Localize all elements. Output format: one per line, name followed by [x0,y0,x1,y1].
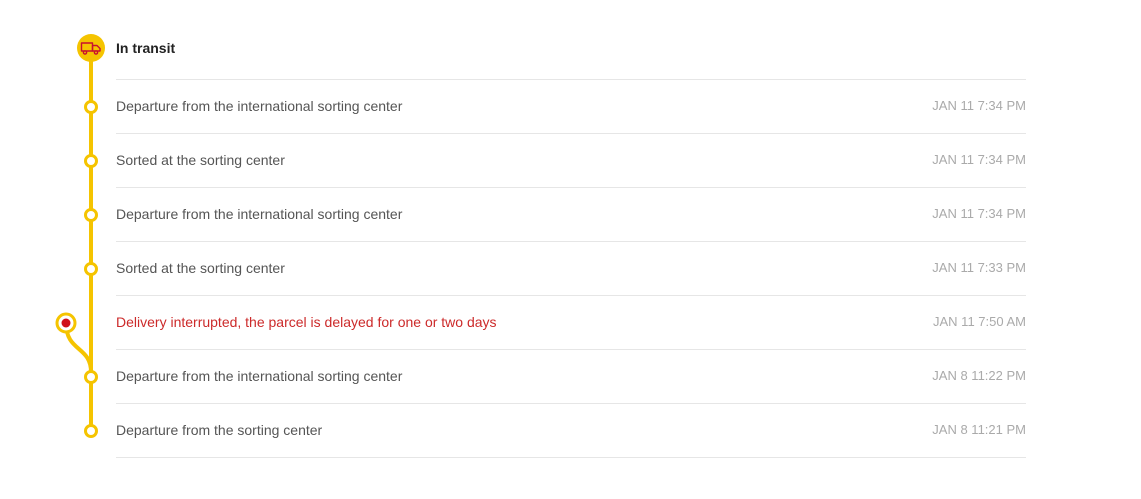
event-row: Departure from the international sorting… [116,349,1026,403]
alert-node [55,312,77,334]
event-row: Sorted at the sorting center JAN 11 7:33… [116,241,1026,295]
event-row: Sorted at the sorting center JAN 11 7:34… [116,133,1026,187]
timeline-node [84,100,98,114]
event-row: Departure from the sorting center JAN 8 … [116,403,1026,458]
alert-branch-line [64,322,93,373]
event-description: Departure from the international sorting… [116,368,403,384]
timeline-node [84,424,98,438]
event-row-alert: Delivery interrupted, the parcel is dela… [116,295,1026,349]
status-badge [77,34,105,62]
event-timestamp: JAN 11 7:50 AM [933,314,1026,329]
tracking-timeline: In transit Departure from the internatio… [0,0,1141,499]
event-timestamp: JAN 8 11:22 PM [932,368,1026,383]
event-description: Sorted at the sorting center [116,260,285,276]
event-timestamp: JAN 11 7:34 PM [932,206,1026,221]
timeline-node [84,208,98,222]
event-timestamp: JAN 11 7:33 PM [932,260,1026,275]
status-title: In transit [116,40,176,56]
event-timestamp: JAN 11 7:34 PM [932,152,1026,167]
event-row: Departure from the international sorting… [116,187,1026,241]
timeline-node [84,154,98,168]
timeline-node [84,262,98,276]
event-description: Departure from the international sorting… [116,206,403,222]
event-timestamp: JAN 8 11:21 PM [932,422,1026,437]
event-row: Departure from the international sorting… [116,79,1026,133]
event-description: Departure from the international sorting… [116,98,403,114]
timeline-node [84,370,98,384]
event-description: Sorted at the sorting center [116,152,285,168]
truck-icon [80,42,101,55]
event-description-alert: Delivery interrupted, the parcel is dela… [116,314,497,330]
event-description: Departure from the sorting center [116,422,323,438]
event-timestamp: JAN 11 7:34 PM [932,98,1026,113]
